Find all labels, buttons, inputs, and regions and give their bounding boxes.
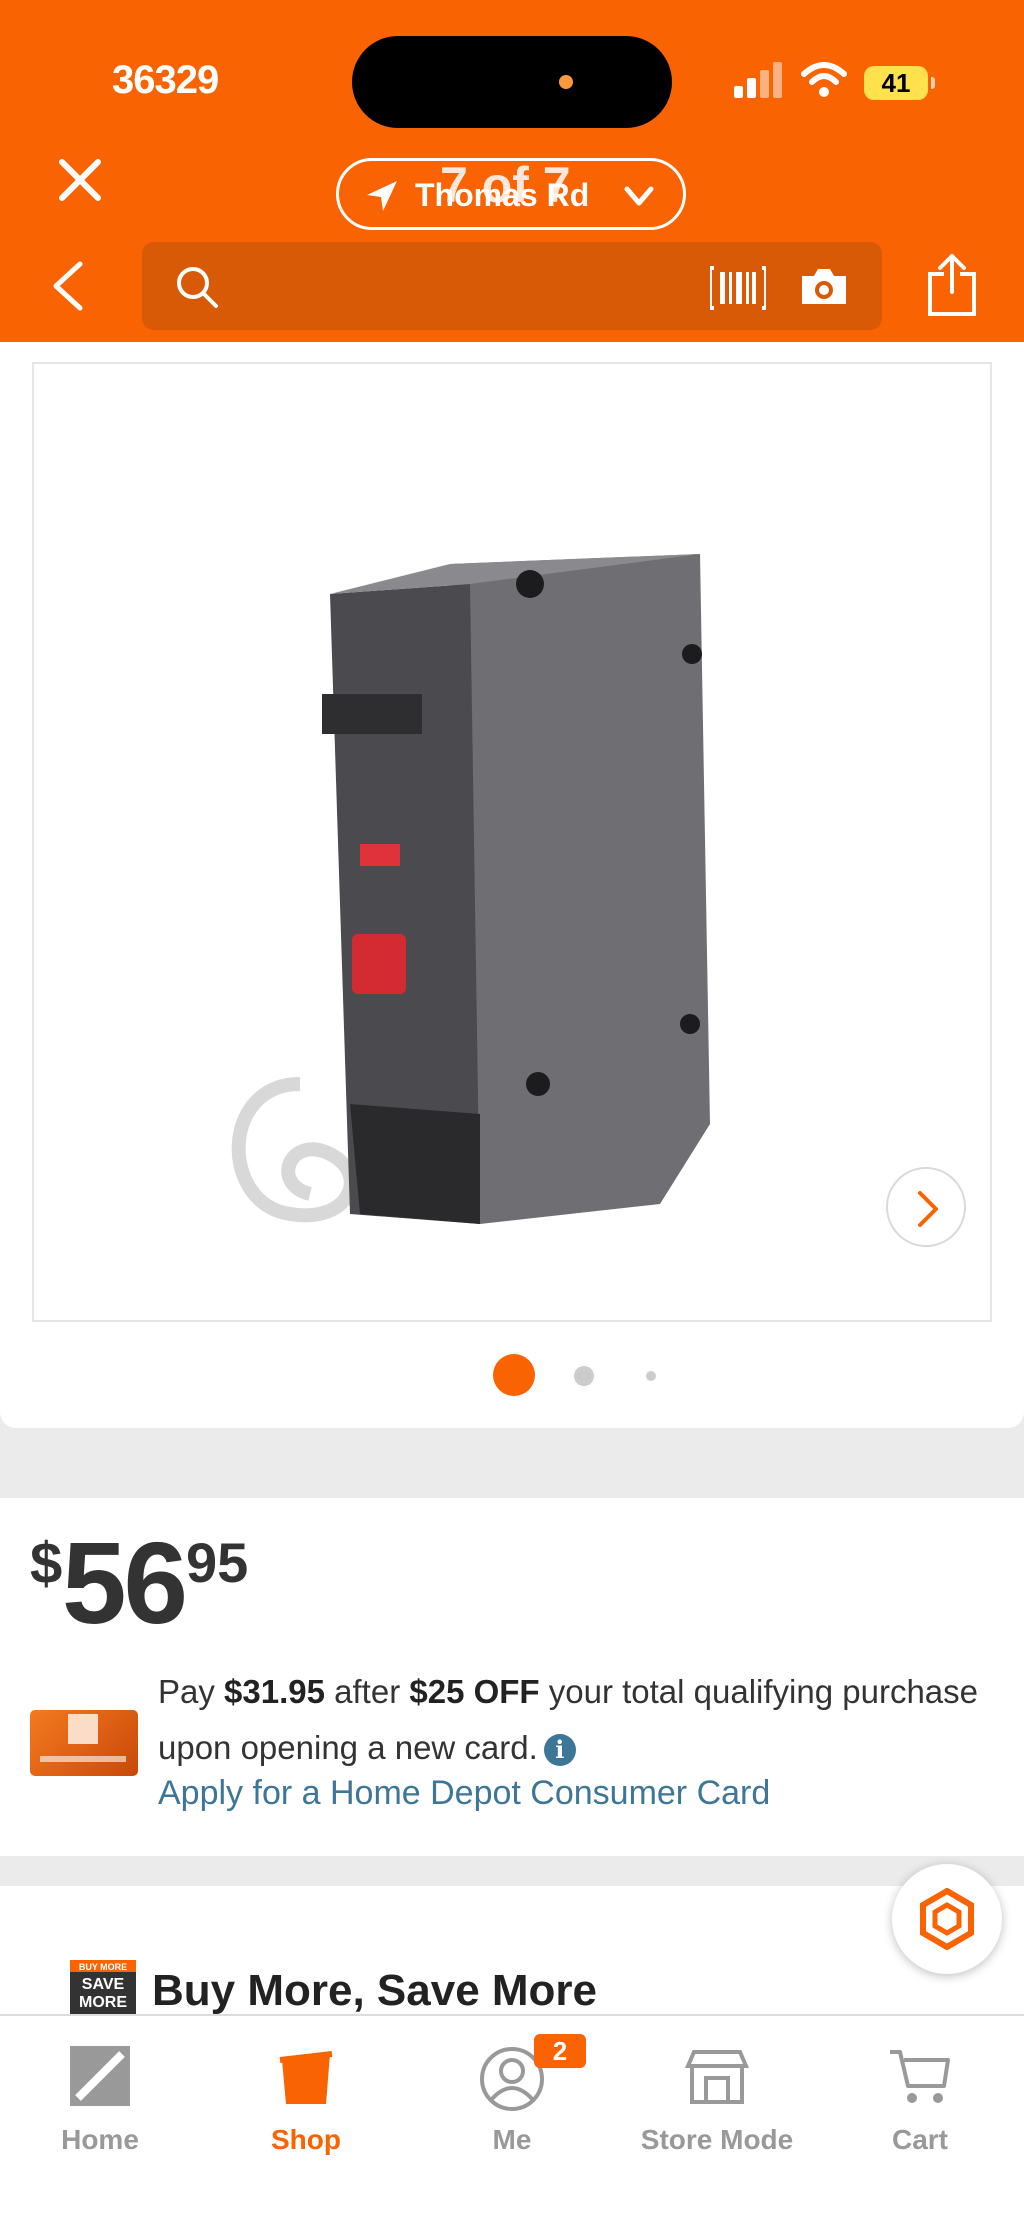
tab-cart[interactable]: Cart — [840, 2032, 1000, 2162]
tab-home[interactable]: Home — [20, 2032, 180, 2162]
price-section: $ 56 95 Pay $31.95 after $25 OFF your to… — [0, 1498, 1024, 1856]
tab-shop[interactable]: Shop — [226, 2032, 386, 2162]
bucket-icon — [279, 2051, 333, 2104]
notification-badge: 2 — [534, 2034, 586, 2068]
product-image-gallery — [0, 342, 1024, 1428]
card-promo-text: Pay $31.95 after $25 OFF your total qual… — [158, 1673, 979, 1767]
location-arrow-icon — [367, 181, 397, 211]
price-dollars: 56 — [62, 1518, 188, 1648]
share-icon[interactable] — [926, 252, 978, 318]
next-image-button[interactable] — [886, 1167, 966, 1247]
hexagon-assistant-icon — [920, 1888, 974, 1950]
image-pagination-dots — [0, 1354, 1024, 1398]
promo-pay-amount: $31.95 — [224, 1673, 325, 1710]
apply-card-link[interactable]: Apply for a Home Depot Consumer Card — [158, 1774, 770, 1813]
bmsm-icon-text-3: MORE — [79, 1994, 127, 2011]
bmsm-icon-text-2: SAVE — [82, 1976, 125, 1993]
search-bar[interactable] — [142, 242, 882, 330]
camera-icon[interactable] — [798, 264, 850, 310]
store-icon — [684, 2050, 750, 2104]
circuit-breaker-image — [231, 554, 710, 1224]
cart-icon — [890, 2050, 950, 2103]
status-time: 36329 — [112, 58, 219, 102]
product-image[interactable] — [32, 362, 992, 1322]
battery-indicator: 41 — [864, 66, 935, 100]
wifi-icon — [801, 62, 847, 97]
buy-more-save-more-section: BUY MORE SAVE MORE Buy More, Save More — [0, 1886, 1024, 2016]
pagination-dot-active[interactable] — [493, 1354, 535, 1396]
dynamic-island — [352, 36, 672, 128]
chevron-right-icon — [918, 1191, 938, 1227]
credit-card-image — [30, 1710, 138, 1776]
pagination-dot[interactable] — [646, 1371, 656, 1381]
info-icon[interactable]: i — [543, 1734, 576, 1767]
promo-discount: $25 OFF — [409, 1673, 540, 1710]
bottom-tab-bar: Home Shop Me 2 Store Mode Cart — [0, 2014, 1024, 2228]
buy-more-save-more-title: Buy More, Save More — [152, 1966, 598, 2015]
app-header: 36329 41 Thomas Rd 7 of 7 — [0, 0, 1024, 342]
bmsm-icon-text-1: BUY MORE — [79, 1962, 127, 1972]
close-icon[interactable] — [52, 152, 108, 208]
barcode-scanner-icon[interactable] — [710, 266, 766, 310]
home-depot-logo-icon — [70, 2046, 130, 2106]
price-currency: $ — [30, 1531, 63, 1596]
back-chevron-icon[interactable] — [44, 256, 94, 316]
assistant-button[interactable] — [892, 1864, 1002, 1974]
search-icon — [177, 267, 218, 308]
pagination-dot[interactable] — [574, 1366, 594, 1386]
price-cents: 95 — [186, 1531, 249, 1594]
buy-more-save-more-icon: BUY MORE SAVE MORE — [70, 1960, 136, 2014]
image-counter: 7 of 7 — [440, 157, 571, 213]
signal-icon — [734, 62, 784, 98]
chevron-down-icon — [624, 186, 654, 206]
tab-store-mode[interactable]: Store Mode — [637, 2032, 797, 2162]
